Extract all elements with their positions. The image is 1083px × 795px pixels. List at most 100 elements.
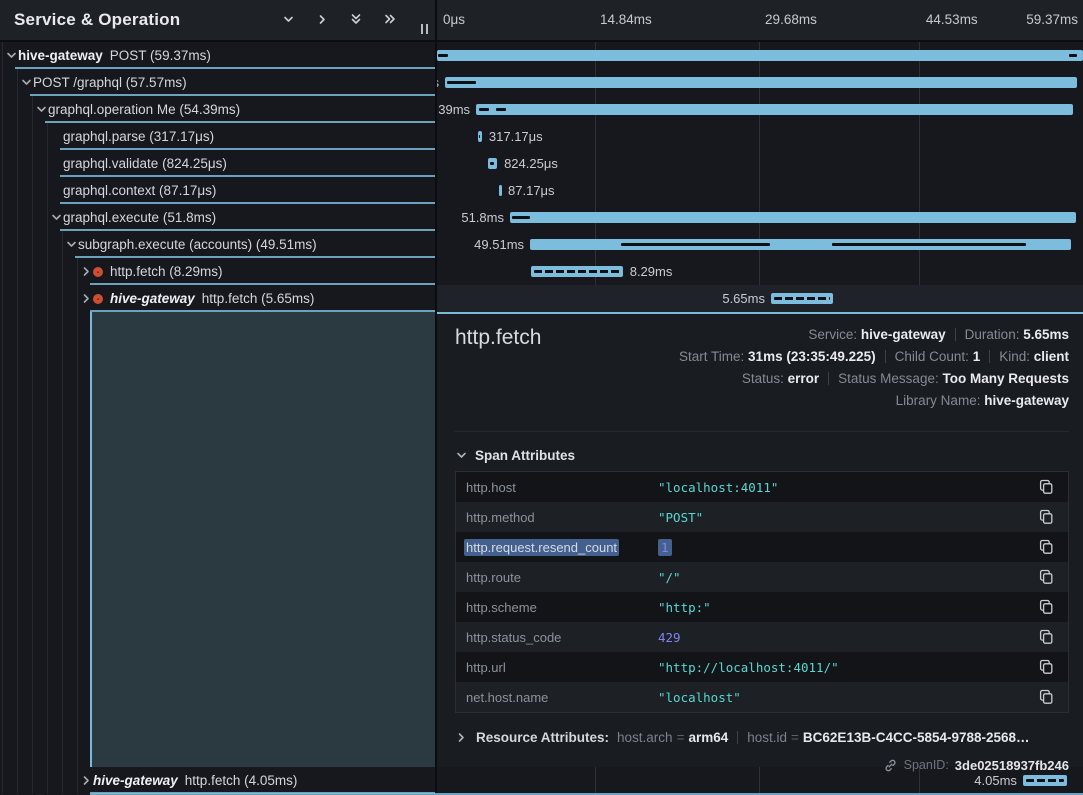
span-gap-marker	[438, 54, 448, 57]
meta-key: Status:	[742, 371, 788, 386]
span-tree-row[interactable]: http.fetch (8.29ms)	[0, 258, 435, 285]
tree-indent-guide	[2, 285, 3, 312]
span-bar[interactable]	[476, 104, 1073, 115]
span-gap-marker	[832, 243, 1026, 246]
span-gap-marker	[479, 135, 480, 138]
timeline-row[interactable]: 317.17μs	[437, 123, 1083, 150]
tree-indent-guide	[17, 767, 18, 794]
span-meta-line: Start Time: 31ms (23:35:49.225)Child Cou…	[679, 346, 1069, 368]
collapse-children-icon[interactable]	[281, 12, 295, 26]
ruler-tick: 0μs	[443, 12, 465, 27]
chevron-down-icon[interactable]	[50, 211, 63, 229]
timeline-row[interactable]: 49.51ms	[437, 231, 1083, 258]
copy-icon[interactable]	[1034, 565, 1058, 589]
timeline-row[interactable]: 5.65ms	[437, 285, 1083, 312]
span-tree-row[interactable]: subgraph.execute (accounts) (49.51ms)	[0, 231, 435, 258]
operation-name: POST /graphql (57.57ms)	[33, 75, 187, 90]
tree-indent-guide	[2, 150, 3, 177]
span-tree-row[interactable]: graphql.execute (51.8ms)	[0, 204, 435, 231]
span-tree-row[interactable]: graphql.context (87.17μs)	[0, 177, 435, 204]
meta-key: Status Message:	[838, 371, 942, 386]
copy-icon[interactable]	[1034, 685, 1058, 709]
duration-label: 5.65ms	[722, 291, 765, 306]
tree-indent-guide	[32, 285, 33, 312]
attribute-value: 429	[658, 630, 1034, 645]
tree-indent-guide	[77, 285, 78, 312]
span-label: hive-gatewayhttp.fetch (4.05ms)	[93, 767, 297, 794]
chevron-right-icon[interactable]	[80, 292, 93, 310]
span-tree-row[interactable]: graphql.validate (824.25μs)	[0, 150, 435, 177]
chevron-down-icon[interactable]	[35, 103, 48, 121]
attribute-row: http.scheme"http:"	[456, 592, 1068, 622]
timeline-row[interactable]: 57.57ms	[437, 69, 1083, 96]
tree-indent-guide	[47, 285, 48, 312]
span-bar[interactable]	[1023, 775, 1067, 786]
attribute-value: "localhost:4011"	[658, 480, 1034, 495]
span-tree-row[interactable]: graphql.parse (317.17μs)	[0, 123, 435, 150]
chevron-right-icon[interactable]	[80, 265, 93, 283]
timeline-ruler: 0μs14.84ms29.68ms44.53ms59.37ms	[437, 0, 1083, 42]
copy-icon[interactable]	[1034, 595, 1058, 619]
timeline-panel: 0μs14.84ms29.68ms44.53ms59.37ms 57.57ms5…	[435, 0, 1083, 795]
chevron-down-icon[interactable]	[5, 49, 18, 67]
link-icon[interactable]	[883, 758, 898, 773]
operation-name: graphql.operation Me (54.39ms)	[48, 102, 240, 117]
copy-icon[interactable]	[1034, 655, 1058, 679]
chevron-down-icon[interactable]	[65, 238, 78, 256]
tree-indent-guide	[2, 177, 3, 204]
service-name: hive-gateway	[18, 48, 103, 63]
attribute-value: "http:"	[658, 600, 1034, 615]
chevron-down-icon[interactable]	[20, 76, 33, 94]
service-name: hive-gateway	[93, 773, 178, 788]
attribute-row: net.host.name"localhost"	[456, 682, 1068, 712]
tree-indent-guide	[2, 69, 3, 96]
operation-name: graphql.execute (51.8ms)	[63, 210, 216, 225]
timeline-row[interactable]: 51.8ms	[437, 204, 1083, 231]
tree-indent-guide	[17, 96, 18, 123]
tree-indent-guide	[17, 123, 18, 150]
collapse-all-icon[interactable]	[349, 12, 363, 26]
span-tree-rows: hive-gatewayPOST (59.37ms) POST /graphql …	[0, 42, 435, 312]
span-gap-marker	[479, 108, 489, 111]
span-bar[interactable]	[445, 77, 1077, 88]
span-tree-row[interactable]: hive-gatewayhttp.fetch (5.65ms)	[0, 285, 435, 312]
timeline-row[interactable]: 824.25μs	[437, 150, 1083, 177]
tree-indent-guide	[62, 231, 63, 258]
selected-span-region	[0, 312, 435, 767]
meta-key: Library Name:	[896, 393, 985, 408]
attribute-key: net.host.name	[466, 690, 658, 705]
span-gap-marker	[490, 162, 494, 165]
chevron-right-icon[interactable]	[80, 774, 93, 792]
span-bar[interactable]	[437, 50, 1083, 61]
span-bar[interactable]	[510, 212, 1076, 223]
tree-indent-guide	[2, 123, 3, 150]
copy-icon[interactable]	[1034, 625, 1058, 649]
copy-icon[interactable]	[1034, 475, 1058, 499]
resource-attributes-row[interactable]: Resource Attributes: host.arch=arm64host…	[455, 726, 1069, 748]
timeline-row[interactable]: 87.17μs	[437, 177, 1083, 204]
timeline-row[interactable]	[437, 42, 1083, 69]
span-id-value: 3de02518937fb246	[955, 758, 1069, 773]
copy-icon[interactable]	[1034, 535, 1058, 559]
span-bar[interactable]	[531, 266, 623, 277]
panel-resize-handle[interactable]	[421, 24, 428, 34]
span-meta-line: Service: hive-gatewayDuration: 5.65ms	[679, 324, 1069, 346]
span-tree-row[interactable]: graphql.operation Me (54.39ms)	[0, 96, 435, 123]
span-tree-row[interactable]: POST /graphql (57.57ms)	[0, 69, 435, 96]
copy-icon[interactable]	[1034, 505, 1058, 529]
span-bar[interactable]	[771, 293, 833, 304]
span-tree-row[interactable]: hive-gatewayPOST (59.37ms)	[0, 42, 435, 69]
attribute-key: http.method	[466, 510, 658, 525]
expand-children-icon[interactable]	[315, 12, 329, 26]
expand-all-icon[interactable]	[383, 12, 397, 26]
timeline-row[interactable]: 54.39ms	[437, 96, 1083, 123]
tree-indent-guide	[47, 123, 48, 150]
tree-indent-guide	[47, 204, 48, 231]
span-attributes-toggle[interactable]: Span Attributes	[455, 446, 1069, 464]
timeline-row[interactable]: 8.29ms	[437, 258, 1083, 285]
span-tree-row[interactable]: hive-gatewayhttp.fetch (4.05ms)	[0, 767, 435, 794]
resource-attributes-items: host.arch=arm64host.id=BC62E13B-C4CC-585…	[617, 730, 1030, 745]
span-bar[interactable]	[499, 185, 502, 196]
tree-indent-guide	[32, 258, 33, 285]
span-label: graphql.parse (317.17μs)	[63, 123, 214, 150]
